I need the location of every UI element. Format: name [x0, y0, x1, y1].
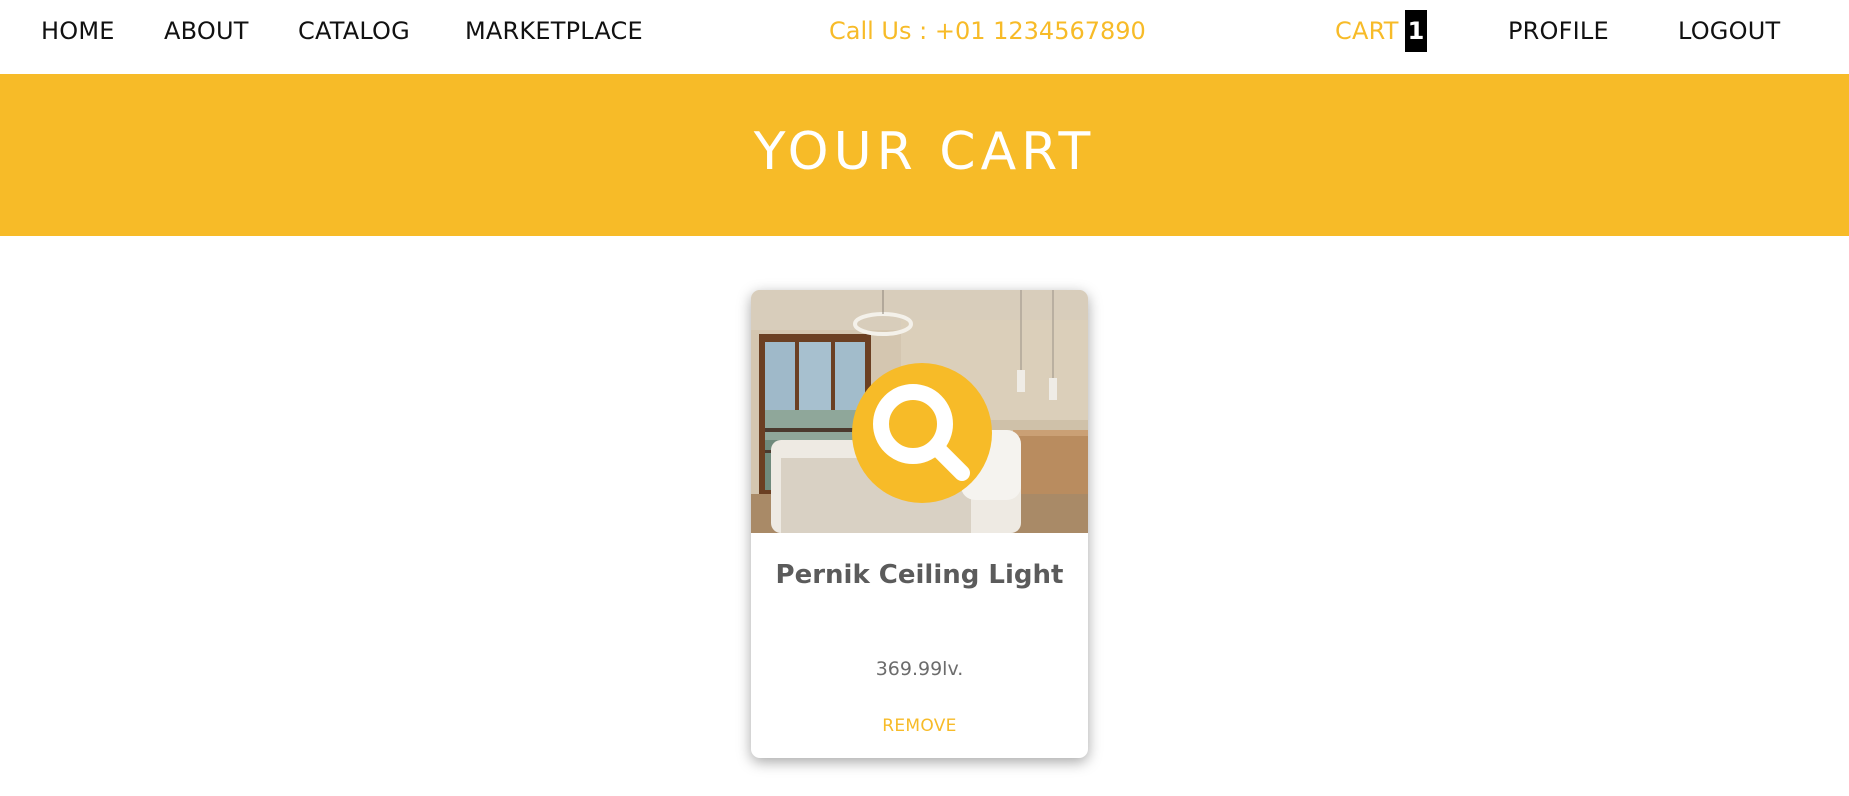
cart-item-card: Pernik Ceiling Light 369.99lv. REMOVE [751, 290, 1088, 758]
nav-home-link[interactable]: HOME [41, 16, 115, 46]
product-image [751, 290, 1088, 533]
nav-marketplace-link[interactable]: MARKETPLACE [465, 16, 643, 46]
nav-catalog-link[interactable]: CATALOG [298, 16, 410, 46]
nav-about-link[interactable]: ABOUT [164, 16, 249, 46]
nav-profile-link[interactable]: PROFILE [1508, 16, 1609, 46]
magnifier-icon[interactable] [852, 363, 992, 503]
cart-count-badge[interactable]: 1 [1405, 10, 1427, 52]
remove-item-button[interactable]: REMOVE [751, 714, 1088, 738]
nav-cart-link[interactable]: CART [1335, 16, 1399, 46]
product-name: Pernik Ceiling Light [775, 560, 1064, 590]
product-price: 369.99lv. [875, 658, 964, 680]
top-navigation: HOME ABOUT CATALOG MARKETPLACE Call Us :… [0, 0, 1849, 74]
nav-logout-link[interactable]: LOGOUT [1678, 16, 1780, 46]
page-title: YOUR CART [753, 122, 1096, 182]
contact-phone: Call Us : +01 1234567890 [829, 17, 1146, 45]
page-header-band: YOUR CART [0, 74, 1849, 236]
